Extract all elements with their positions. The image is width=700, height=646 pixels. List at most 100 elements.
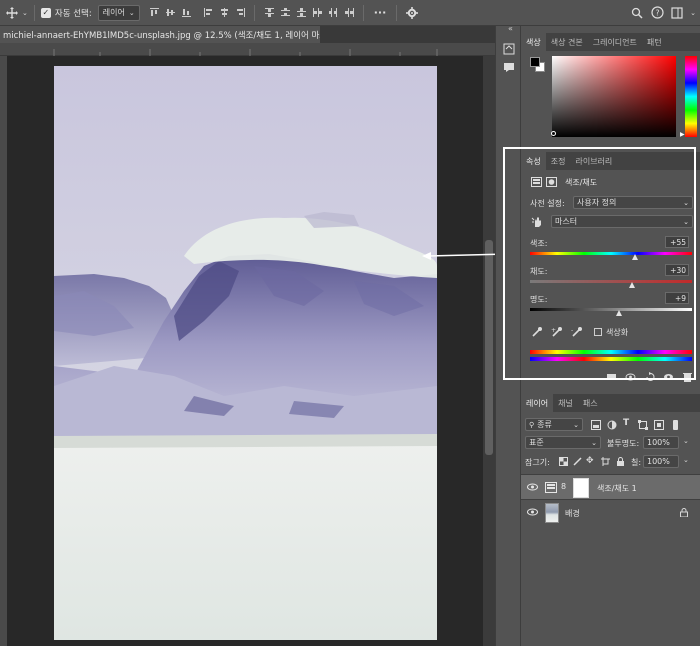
document-image[interactable] — [54, 66, 437, 640]
chevron-down-icon[interactable]: ⌄ — [690, 9, 696, 17]
preset-value: 사용자 정의 — [577, 198, 617, 207]
hue-slider[interactable] — [685, 56, 697, 137]
tab-paths[interactable]: 패스 — [578, 394, 603, 412]
hue-slider-handle[interactable] — [632, 254, 639, 260]
history-icon[interactable] — [503, 43, 515, 55]
align-top-icon[interactable] — [148, 6, 162, 20]
filter-toggle[interactable] — [673, 420, 678, 430]
help-icon[interactable]: ? — [650, 6, 664, 20]
distribute-right-icon[interactable] — [343, 6, 357, 20]
chevron-down-icon[interactable]: ⌄ — [22, 9, 28, 17]
lock-position-icon[interactable]: ✥ — [586, 456, 594, 466]
hue-value-field[interactable]: +55 — [665, 236, 689, 248]
auto-select-checkbox[interactable]: ✓ — [40, 7, 51, 18]
output-spectrum-bar — [530, 357, 692, 361]
filter-smart-object-icon[interactable] — [654, 420, 664, 430]
auto-select-target-value: 레이어 — [102, 8, 125, 17]
lightness-value: +9 — [674, 293, 686, 303]
reset-icon[interactable] — [645, 372, 656, 382]
view-previous-icon[interactable] — [625, 372, 636, 382]
align-horizontal-center-icon[interactable] — [218, 6, 232, 20]
layer-thumbnail[interactable] — [545, 503, 559, 523]
more-options-button[interactable]: ··· — [374, 6, 387, 19]
tab-strip — [320, 26, 495, 43]
layer-name[interactable]: 색조/채도 1 — [597, 483, 637, 494]
tab-gradients[interactable]: 그레이디언트 — [588, 33, 642, 51]
preset-dropdown[interactable]: 사용자 정의 ⌄ — [573, 196, 693, 209]
distribute-bottom-icon[interactable] — [295, 6, 309, 20]
layer-name[interactable]: 배경 — [565, 508, 580, 519]
distribute-horizontal-icon[interactable] — [327, 6, 341, 20]
blend-mode-dropdown[interactable]: 표준 ⌄ — [525, 436, 601, 449]
tab-channels[interactable]: 채널 — [553, 394, 578, 412]
lightness-slider-handle[interactable] — [616, 310, 623, 316]
layer-filter-dropdown[interactable]: ⚲ 종류 ⌄ — [525, 418, 583, 431]
layer-row-background[interactable]: 배경 — [521, 500, 700, 526]
collapse-panels-icon[interactable]: « — [508, 24, 513, 33]
comments-icon[interactable] — [503, 61, 515, 73]
layer-row-hue-saturation[interactable]: 8 색조/채도 1 — [521, 474, 700, 500]
visibility-icon[interactable] — [663, 372, 674, 382]
chevron-down-icon[interactable]: ⌄ — [683, 437, 689, 445]
align-right-icon[interactable] — [234, 6, 248, 20]
opacity-value: 100% — [647, 438, 670, 447]
tab-patterns[interactable]: 패턴 — [642, 33, 667, 51]
lightness-track[interactable] — [530, 308, 692, 311]
eyedropper-minus-icon[interactable]: - — [571, 326, 583, 338]
eyedropper-plus-icon[interactable]: + — [551, 326, 563, 338]
filter-pixel-icon[interactable] — [591, 420, 601, 430]
color-picker-field[interactable] — [552, 56, 676, 137]
tab-adjustments[interactable]: 조정 — [546, 152, 571, 170]
tab-swatches[interactable]: 색상 견본 — [546, 33, 588, 51]
distribute-vertical-icon[interactable] — [279, 6, 293, 20]
eye-icon[interactable] — [527, 483, 538, 491]
align-bottom-icon[interactable] — [180, 6, 194, 20]
gear-icon[interactable] — [405, 6, 419, 20]
channel-dropdown[interactable]: 마스터 ⌄ — [551, 215, 693, 228]
move-tool-icon[interactable] — [5, 6, 19, 20]
filter-shape-icon[interactable] — [638, 420, 648, 430]
hue-slider-thumb[interactable]: ▶ — [680, 131, 685, 138]
eye-icon[interactable] — [527, 508, 538, 516]
tab-libraries[interactable]: 라이브러리 — [570, 152, 617, 170]
document-tab[interactable]: michiel-annaert-EhYMB1lMD5c-unsplash.jpg… — [0, 26, 320, 43]
svg-text:-: - — [571, 327, 573, 334]
saturation-value-field[interactable]: +30 — [665, 264, 689, 276]
foreground-color-swatch[interactable] — [530, 57, 540, 67]
auto-select-target-dropdown[interactable]: 레이어 ⌄ — [97, 4, 140, 21]
workspace-icon[interactable] — [670, 6, 684, 20]
colorize-checkbox[interactable] — [594, 328, 602, 336]
lock-transparent-icon[interactable] — [559, 457, 568, 466]
search-icon[interactable] — [630, 6, 644, 20]
distribute-top-icon[interactable] — [263, 6, 277, 20]
hue-track[interactable] — [530, 252, 692, 255]
filter-adjustment-icon[interactable] — [607, 420, 617, 430]
document-tab-title: michiel-annaert-EhYMB1lMD5c-unsplash.jpg… — [3, 30, 320, 41]
layer-mask-thumbnail[interactable] — [573, 478, 589, 498]
lock-artboard-icon[interactable] — [601, 457, 610, 466]
lock-image-icon[interactable] — [573, 457, 582, 466]
tab-color[interactable]: 색상 — [521, 33, 546, 51]
eyedropper-icon[interactable] — [531, 326, 543, 338]
lock-all-icon[interactable] — [616, 457, 625, 466]
distribute-left-icon[interactable] — [311, 6, 325, 20]
properties-panel-tabs: 속성 조정 라이브러리 — [521, 152, 700, 170]
align-left-icon[interactable] — [202, 6, 216, 20]
scrollbar-thumb[interactable] — [485, 240, 493, 455]
clip-to-layer-icon[interactable] — [606, 372, 617, 382]
chevron-down-icon[interactable]: ⌄ — [683, 456, 689, 464]
color-picker-handle[interactable] — [551, 131, 556, 136]
targeted-adjustment-hand-icon[interactable] — [531, 216, 543, 228]
mask-icon[interactable] — [546, 177, 557, 187]
saturation-track[interactable] — [530, 280, 692, 283]
trash-icon[interactable] — [682, 372, 693, 382]
link-icon[interactable]: 8 — [561, 482, 566, 491]
align-vertical-center-icon[interactable] — [164, 6, 178, 20]
opacity-field[interactable]: 100% — [643, 436, 679, 449]
saturation-slider-handle[interactable] — [629, 282, 636, 288]
filter-type-icon[interactable]: T — [623, 418, 629, 428]
tab-properties[interactable]: 속성 — [521, 152, 546, 170]
lightness-value-field[interactable]: +9 — [665, 292, 689, 304]
fill-field[interactable]: 100% — [643, 455, 679, 468]
tab-layers[interactable]: 레이어 — [521, 394, 554, 412]
